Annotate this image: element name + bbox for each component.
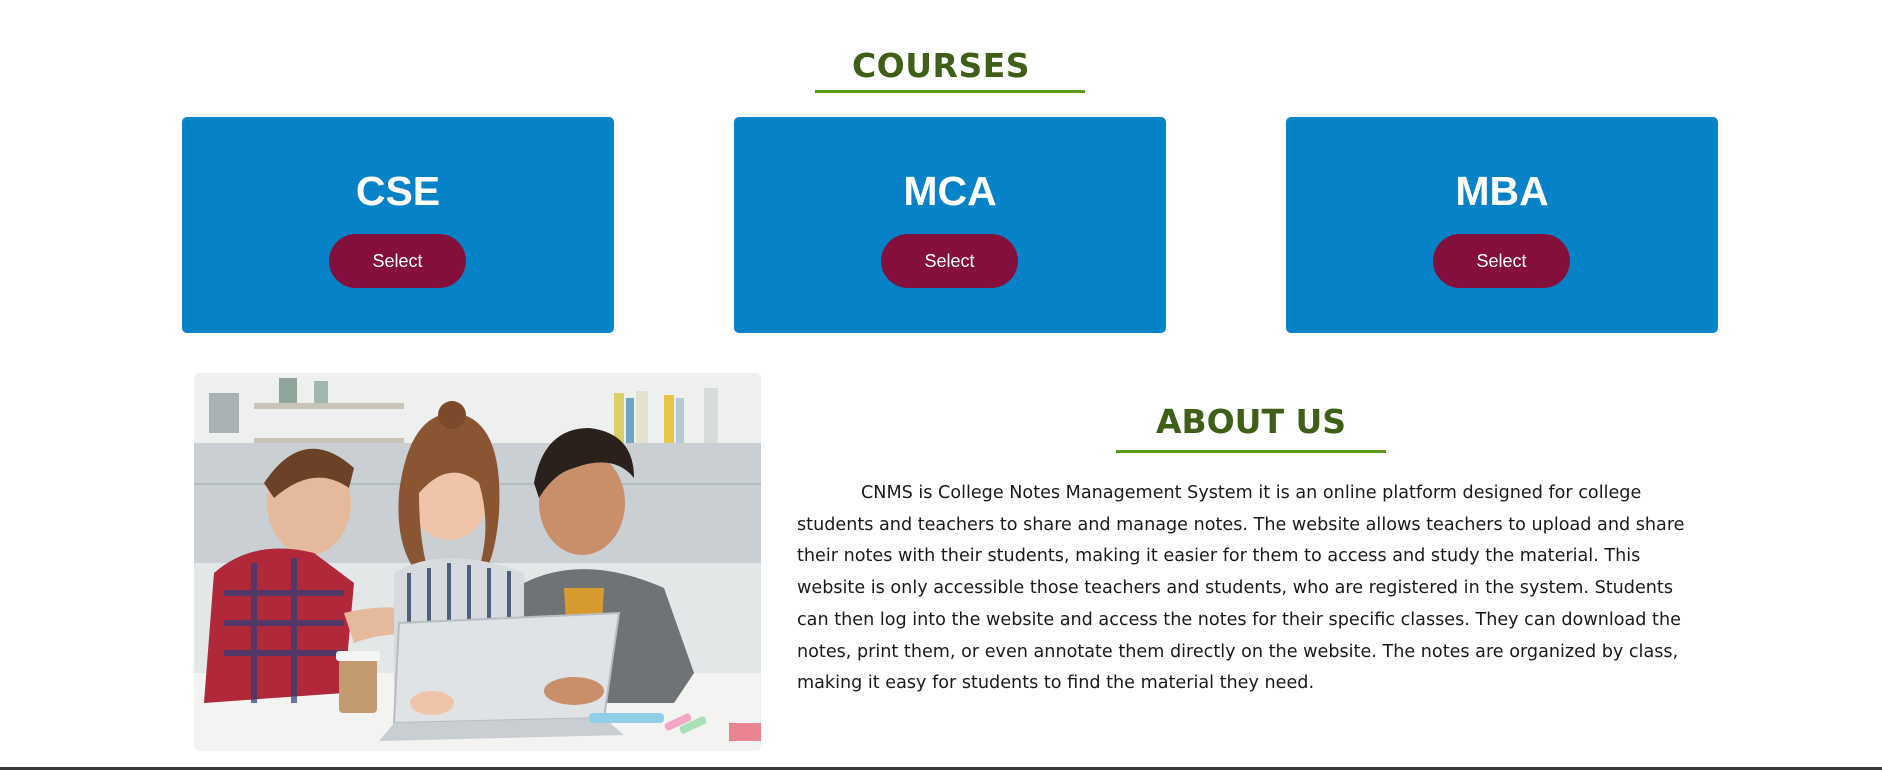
about-heading: ABOUT US [1155, 402, 1347, 441]
about-description: CNMS is College Notes Management System … [797, 483, 1685, 694]
students-with-laptop-photo [194, 373, 761, 751]
course-name: MBA [1455, 168, 1549, 214]
page: COURSES CSE Select MCA Select MBA Select [0, 0, 1882, 770]
courses-heading-underline [815, 90, 1085, 93]
about-heading-underline [1116, 450, 1386, 453]
select-cse-button[interactable]: Select [329, 234, 466, 288]
course-name: MCA [903, 168, 997, 214]
course-card-cse: CSE Select [182, 117, 614, 333]
select-mba-button[interactable]: Select [1433, 234, 1570, 288]
course-name: CSE [355, 168, 441, 214]
students-photo-illustration [194, 373, 761, 751]
course-card-mca: MCA Select [734, 117, 1166, 333]
courses-heading: COURSES [851, 46, 1031, 85]
select-mca-button[interactable]: Select [881, 234, 1018, 288]
course-card-mba: MBA Select [1286, 117, 1718, 333]
